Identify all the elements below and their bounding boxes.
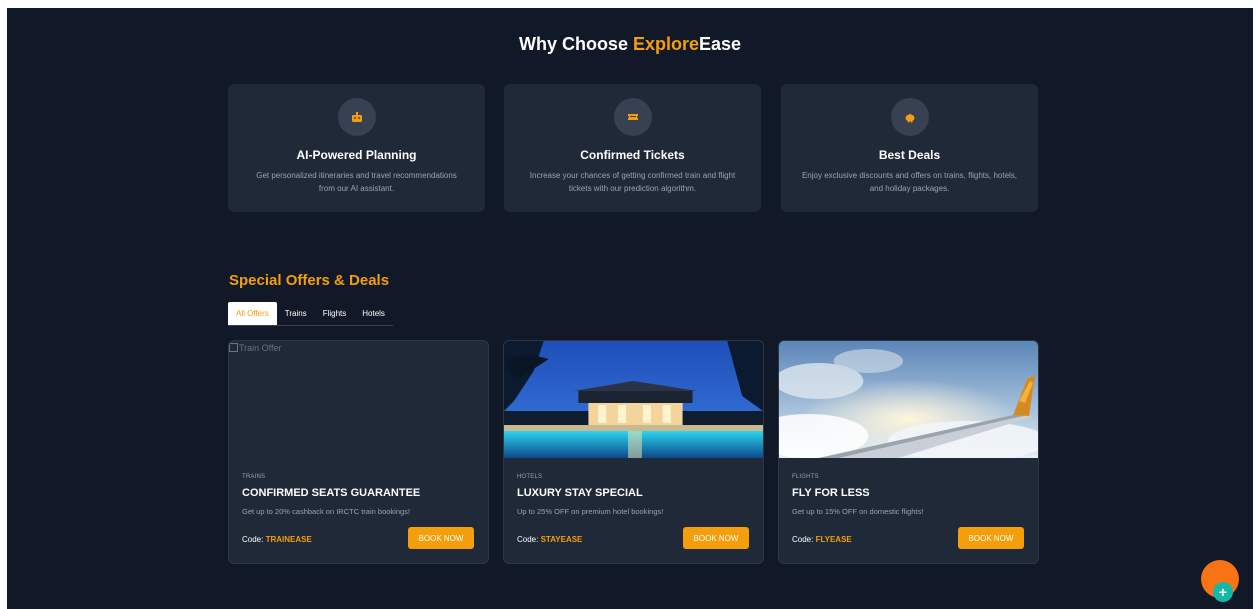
- why-choose-title: Why Choose ExploreEase: [518, 34, 742, 54]
- deal-card-trains: Train Offer TRAINS CONFIRMED SEATS GUARA…: [228, 340, 489, 564]
- deal-category: FLIGHTS: [792, 474, 819, 480]
- deal-description: Get up to 15% OFF on domestic flights!: [792, 507, 924, 516]
- promo-code: FLYEASE: [815, 535, 852, 544]
- piggy-bank-icon: [890, 98, 929, 136]
- deal-title: FLY FOR LESS: [792, 487, 870, 499]
- deal-category: HOTELS: [517, 474, 543, 480]
- deal-card-hotels: HOTELS LUXURY STAY SPECIAL Up to 25% OFF…: [503, 340, 764, 564]
- deal-card-flights: FLIGHTS FLY FOR LESS Get up to 15% OFF o…: [778, 340, 1039, 564]
- deal-description: Get up to 20% cashback on IRCTC train bo…: [242, 507, 411, 516]
- offers-section-title: Special Offers & Deals: [229, 272, 390, 289]
- promo-code: TRAINEASE: [265, 535, 312, 544]
- hotel-offer-image: [504, 341, 763, 458]
- deal-title: CONFIRMED SEATS GUARANTEE: [242, 487, 421, 499]
- flight-offer-image: [779, 341, 1038, 458]
- deal-description: Up to 25% OFF on premium hotel bookings!: [517, 507, 664, 516]
- feature-description: Get personalized itineraries and travel …: [256, 171, 457, 193]
- feature-description: Increase your chances of getting confirm…: [529, 171, 736, 193]
- book-now-button[interactable]: BOOK NOW: [683, 527, 749, 549]
- feature-card-ai-planning: AI-Powered Planning Get personalized iti…: [228, 84, 485, 212]
- feature-title: Confirmed Tickets: [580, 148, 685, 162]
- plus-icon[interactable]: +: [1213, 582, 1233, 602]
- book-now-button[interactable]: BOOK NOW: [408, 527, 474, 549]
- feature-description: Enjoy exclusive discounts and offers on …: [801, 171, 1018, 193]
- feature-title: AI-Powered Planning: [296, 148, 417, 162]
- ticket-icon: [613, 98, 652, 136]
- deal-title: LUXURY STAY SPECIAL: [517, 487, 643, 499]
- broken-image-icon: [229, 343, 238, 352]
- deal-category: TRAINS: [242, 474, 266, 480]
- feature-title: Best Deals: [878, 148, 941, 162]
- offers-tabs: All Offers Trains Flights Hotels: [228, 302, 393, 326]
- deal-code: Code: TRAINEASE: [242, 535, 312, 544]
- promo-code: STAYEASE: [540, 535, 583, 544]
- tab-all-offers[interactable]: All Offers: [228, 302, 277, 325]
- feature-card-best-deals: Best Deals Enjoy exclusive discounts and…: [781, 84, 1038, 212]
- deal-code: Code: FLYEASE: [792, 535, 852, 544]
- tab-trains[interactable]: Trains: [277, 302, 315, 325]
- book-now-button[interactable]: BOOK NOW: [958, 527, 1024, 549]
- page: Why Choose ExploreEase AI-Powered Planni…: [7, 8, 1253, 609]
- feature-card-confirmed-tickets: Confirmed Tickets Increase your chances …: [504, 84, 761, 212]
- robot-icon: [337, 98, 376, 136]
- brand-accent: Explore: [632, 34, 699, 54]
- tab-hotels[interactable]: Hotels: [354, 302, 393, 325]
- deal-code: Code: STAYEASE: [517, 535, 583, 544]
- tab-flights[interactable]: Flights: [315, 302, 355, 325]
- train-offer-image: Train Offer: [229, 341, 488, 458]
